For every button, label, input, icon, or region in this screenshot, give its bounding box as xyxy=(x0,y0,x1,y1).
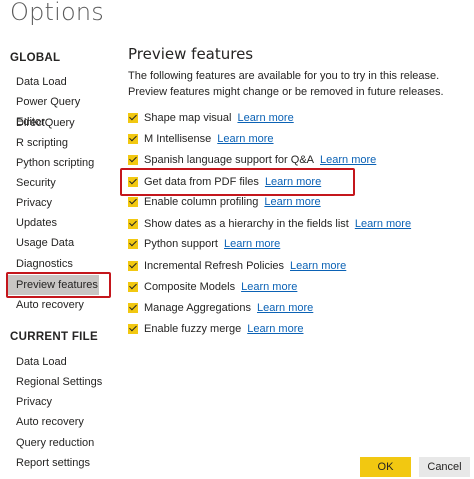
page-description: The following features are available for… xyxy=(128,70,444,98)
feature-row: Shape map visual Learn more xyxy=(128,110,294,126)
page-title: Preview features xyxy=(128,45,254,63)
feature-label: Python support xyxy=(144,238,218,250)
sidebar-item-regional-settings[interactable]: Regional Settings xyxy=(7,372,107,392)
sidebar-item-report-settings[interactable]: Report settings xyxy=(7,453,107,473)
feature-row: Show dates as a hierarchy in the fields … xyxy=(128,216,411,232)
feature-label: Shape map visual xyxy=(144,112,232,124)
learn-more-link[interactable]: Learn more xyxy=(247,323,303,335)
feature-row: M Intellisense Learn more xyxy=(128,131,274,147)
learn-more-link[interactable]: Learn more xyxy=(320,154,376,166)
checkbox[interactable] xyxy=(128,113,138,123)
feature-label: Spanish language support for Q&A xyxy=(144,154,315,166)
sidebar-item-diagnostics[interactable]: Diagnostics xyxy=(7,254,107,274)
learn-more-link[interactable]: Learn more xyxy=(355,218,411,230)
learn-more-link[interactable]: Learn more xyxy=(257,302,313,314)
checkbox[interactable] xyxy=(128,155,138,165)
feature-label: Composite Models xyxy=(144,281,236,293)
feature-label: M Intellisense xyxy=(144,133,212,145)
cancel-button[interactable]: Cancel xyxy=(419,457,470,477)
sidebar-highlight-box xyxy=(6,272,111,298)
sidebar-item-power-query-editor[interactable]: Power Query Editor xyxy=(7,92,107,128)
sidebar-item-python-scripting[interactable]: Python scripting xyxy=(7,153,107,173)
sidebar-item-directquery[interactable]: DirectQuery xyxy=(7,113,107,133)
learn-more-link[interactable]: Learn more xyxy=(224,238,280,250)
sidebar-item-auto-recovery[interactable]: Auto recovery xyxy=(7,295,107,315)
sidebar-item-query-reduction[interactable]: Query reduction xyxy=(7,433,107,453)
sidebar-item-r-scripting[interactable]: R scripting xyxy=(7,133,107,153)
feature-row: Enable fuzzy merge Learn more xyxy=(128,321,303,337)
checkbox[interactable] xyxy=(128,282,138,292)
feature-row: Python support Learn more xyxy=(128,236,280,252)
sidebar-item-usage-data[interactable]: Usage Data xyxy=(7,233,107,253)
checkbox[interactable] xyxy=(128,134,138,144)
feature-highlight-box xyxy=(120,168,355,196)
sidebar-item-file-auto-recovery[interactable]: Auto recovery xyxy=(7,412,107,432)
sidebar-item-file-privacy[interactable]: Privacy xyxy=(7,392,107,412)
learn-more-link[interactable]: Learn more xyxy=(237,112,293,124)
feature-row: Incremental Refresh Policies Learn more xyxy=(128,258,346,274)
learn-more-link[interactable]: Learn more xyxy=(241,281,297,293)
feature-row: Manage Aggregations Learn more xyxy=(128,300,313,316)
feature-row: Composite Models Learn more xyxy=(128,279,297,295)
sidebar-item-updates[interactable]: Updates xyxy=(7,213,107,233)
feature-label: Enable fuzzy merge xyxy=(144,323,242,335)
checkbox[interactable] xyxy=(128,303,138,313)
global-header: GLOBAL xyxy=(10,52,61,64)
learn-more-link[interactable]: Learn more xyxy=(264,196,320,208)
checkbox[interactable] xyxy=(128,261,138,271)
checkbox[interactable] xyxy=(128,239,138,249)
checkbox[interactable] xyxy=(128,197,138,207)
learn-more-link[interactable]: Learn more xyxy=(290,260,346,272)
feature-row: Enable column profiling Learn more xyxy=(128,194,321,210)
sidebar-item-file-data-load[interactable]: Data Load xyxy=(7,352,107,372)
checkbox[interactable] xyxy=(128,324,138,334)
feature-label: Enable column profiling xyxy=(144,196,259,208)
feature-label: Show dates as a hierarchy in the fields … xyxy=(144,218,349,230)
sidebar-item-security[interactable]: Security xyxy=(7,173,107,193)
sidebar-item-privacy[interactable]: Privacy xyxy=(7,193,107,213)
ok-button[interactable]: OK xyxy=(360,457,411,477)
current-file-header: CURRENT FILE xyxy=(10,331,98,343)
feature-row: Spanish language support for Q&A Learn m… xyxy=(128,152,376,168)
sidebar: GLOBAL Data Load Power Query Editor Dire… xyxy=(0,0,120,479)
feature-label: Incremental Refresh Policies xyxy=(144,260,285,272)
checkbox[interactable] xyxy=(128,219,138,229)
sidebar-item-data-load[interactable]: Data Load xyxy=(7,72,107,92)
learn-more-link[interactable]: Learn more xyxy=(217,133,273,145)
feature-label: Manage Aggregations xyxy=(144,302,252,314)
